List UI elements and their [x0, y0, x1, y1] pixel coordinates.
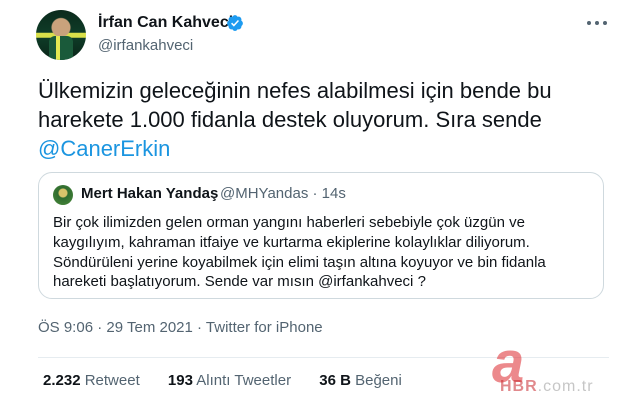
quoted-author-avatar[interactable]	[53, 185, 73, 205]
likes-label: Beğeni	[355, 372, 402, 389]
quotes-label: Alıntı Tweetler	[196, 372, 292, 389]
author-display-name[interactable]: İrfan Can Kahveci	[98, 14, 233, 32]
quoted-text-end: ?	[413, 273, 426, 291]
watermark-text: HBR.com.tr	[500, 378, 594, 396]
quoted-tweet-text: Bir çok ilimizden gelen orman yangını ha…	[53, 213, 593, 292]
quote-tweets-stat[interactable]: 193 Alıntı Tweetler	[168, 372, 291, 389]
verified-badge-icon	[227, 15, 243, 31]
retweets-label: Retweet	[84, 372, 140, 389]
author-avatar[interactable]	[36, 10, 86, 60]
quoted-mention-link[interactable]: @irfankahveci	[318, 273, 413, 290]
quoted-author-handle-time: @MHYandas · 14s	[220, 185, 346, 202]
watermark-brand: HBR	[500, 378, 538, 395]
quotes-count: 193	[167, 372, 193, 389]
likes-stat[interactable]: 36 B Beğeni	[319, 372, 402, 389]
more-options-icon[interactable]	[585, 15, 609, 31]
quoted-author-name[interactable]: Mert Hakan Yandaş	[81, 185, 218, 202]
tweet-text-body: Ülkemizin geleceğinin nefes alabilmesi i…	[38, 78, 552, 132]
author-handle[interactable]: @irfankahveci	[98, 37, 193, 54]
meta-separator: ·	[93, 319, 107, 336]
retweets-count: 2.232	[43, 372, 81, 389]
tweet-time[interactable]: ÖS 9:06	[38, 319, 93, 336]
engagement-stats: 2.232 Retweet 193 Alıntı Tweetler 36 B B…	[43, 372, 426, 389]
tweet-mention-link[interactable]: @CanerErkin	[38, 136, 170, 161]
tweet-text: Ülkemizin geleceğinin nefes alabilmesi i…	[38, 76, 608, 163]
hbr-watermark-logo: a HBR.com.tr	[488, 334, 628, 402]
quoted-text-body: Bir çok ilimizden gelen orman yangını ha…	[53, 214, 546, 291]
retweets-stat[interactable]: 2.232 Retweet	[43, 372, 140, 389]
tweet-source[interactable]: Twitter for iPhone	[206, 319, 323, 336]
likes-count: 36 B	[319, 372, 351, 389]
quoted-tweet[interactable]: Mert Hakan Yandaş @MHYandas · 14s Bir ço…	[38, 172, 604, 299]
watermark-domain: .com.tr	[537, 378, 594, 395]
tweet-metadata: ÖS 9:06 · 29 Tem 2021 · Twitter for iPho…	[38, 319, 323, 336]
tweet-date[interactable]: 29 Tem 2021	[106, 319, 192, 336]
meta-separator: ·	[192, 319, 206, 336]
tweet-card: İrfan Can Kahveci @irfankahveci Ülkemizi…	[0, 0, 635, 405]
